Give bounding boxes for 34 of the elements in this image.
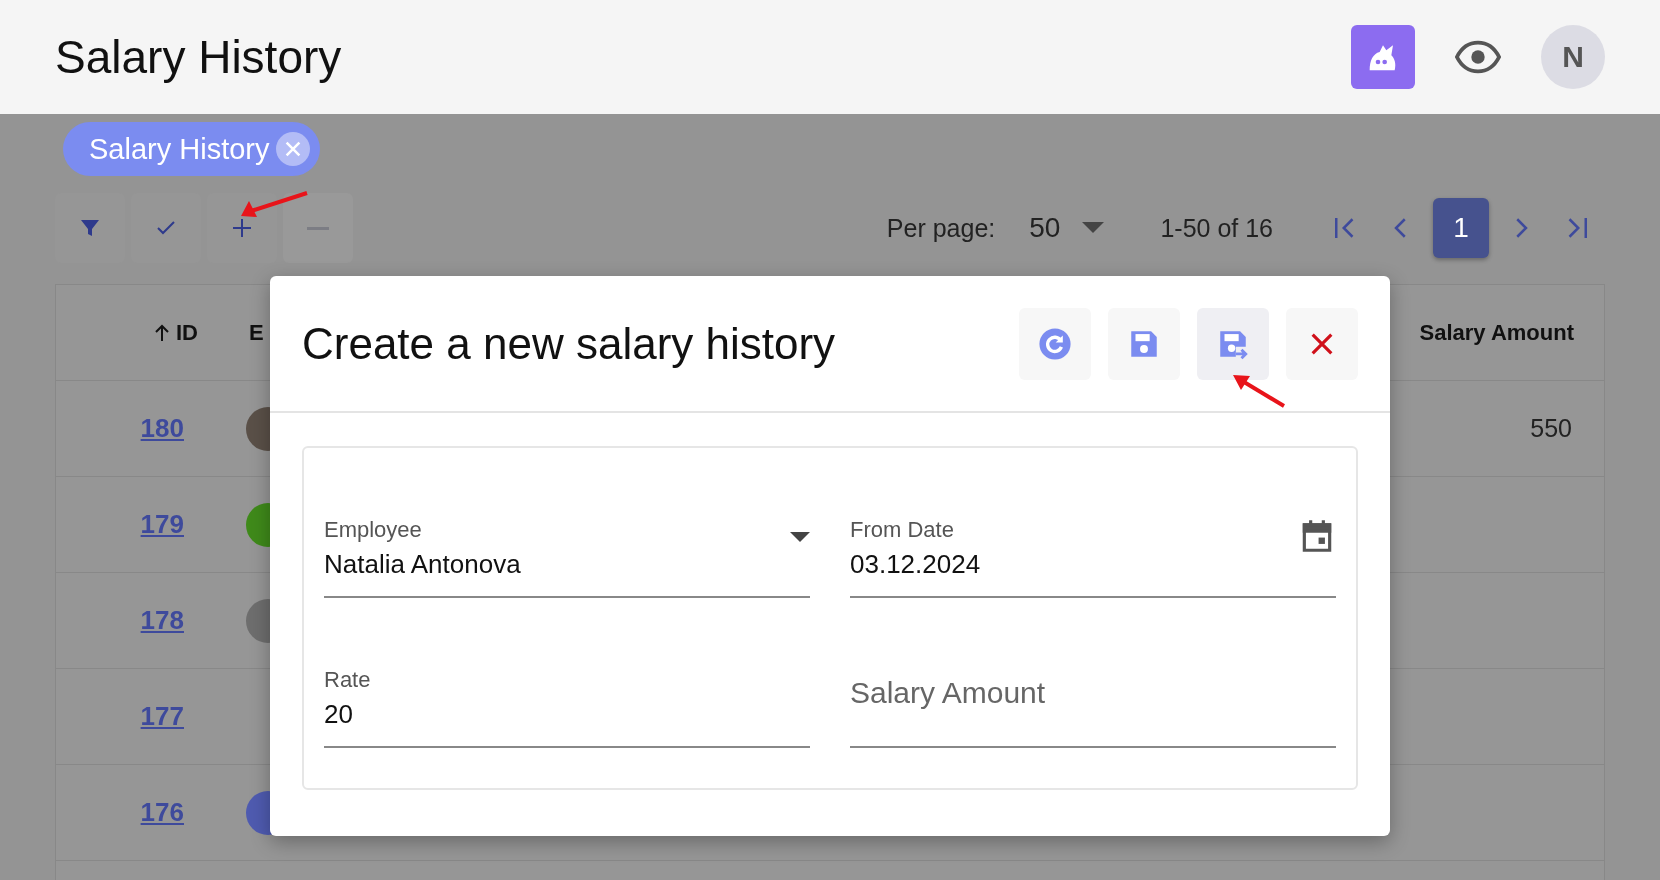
column-header[interactable]: ID: [176, 319, 198, 346]
refresh-icon: [1038, 326, 1072, 361]
field-value: Natalia Antonova: [324, 549, 521, 580]
user-avatar[interactable]: N: [1541, 25, 1605, 89]
dropdown-icon: [790, 532, 810, 544]
tab-label: Salary History: [89, 132, 270, 166]
plus-icon: [230, 216, 254, 240]
select-field[interactable]: Employee Natalia Antonova: [324, 478, 810, 598]
reset-button[interactable]: [1019, 307, 1091, 380]
field-label: Employee: [324, 517, 423, 543]
tab-chip[interactable]: Salary History: [63, 122, 320, 176]
page-range: 1-50 of 16: [1160, 213, 1273, 243]
per-page-select[interactable]: 50: [1029, 212, 1105, 244]
save-button[interactable]: [1108, 307, 1180, 380]
close-button[interactable]: [1286, 307, 1358, 380]
input-field[interactable]: Rate 20: [324, 628, 810, 748]
table-cell: 550: [1530, 414, 1572, 442]
date-field[interactable]: From Date 03.12.2024: [850, 478, 1336, 598]
annotation-arrow: [1232, 373, 1286, 408]
field-value: 03.12.2024: [850, 549, 981, 580]
column-header[interactable]: E: [249, 319, 264, 346]
close-icon[interactable]: [275, 132, 310, 166]
caret-icon: [1082, 222, 1105, 234]
field-value: 20: [324, 699, 354, 730]
page-title: Salary History: [55, 30, 343, 84]
field-label: Rate: [324, 667, 371, 693]
column-header[interactable]: Salary Amount: [1419, 319, 1574, 346]
page-button[interactable]: 1: [1433, 198, 1489, 258]
input-field[interactable]: Salary Amount: [850, 628, 1336, 748]
field-label: From Date: [850, 517, 955, 543]
save-next-button[interactable]: [1197, 307, 1269, 380]
dialog-title: Create a new salary history: [302, 318, 837, 369]
app-logo-icon[interactable]: [1351, 25, 1415, 89]
per-page-label: Per page:: [886, 213, 996, 243]
